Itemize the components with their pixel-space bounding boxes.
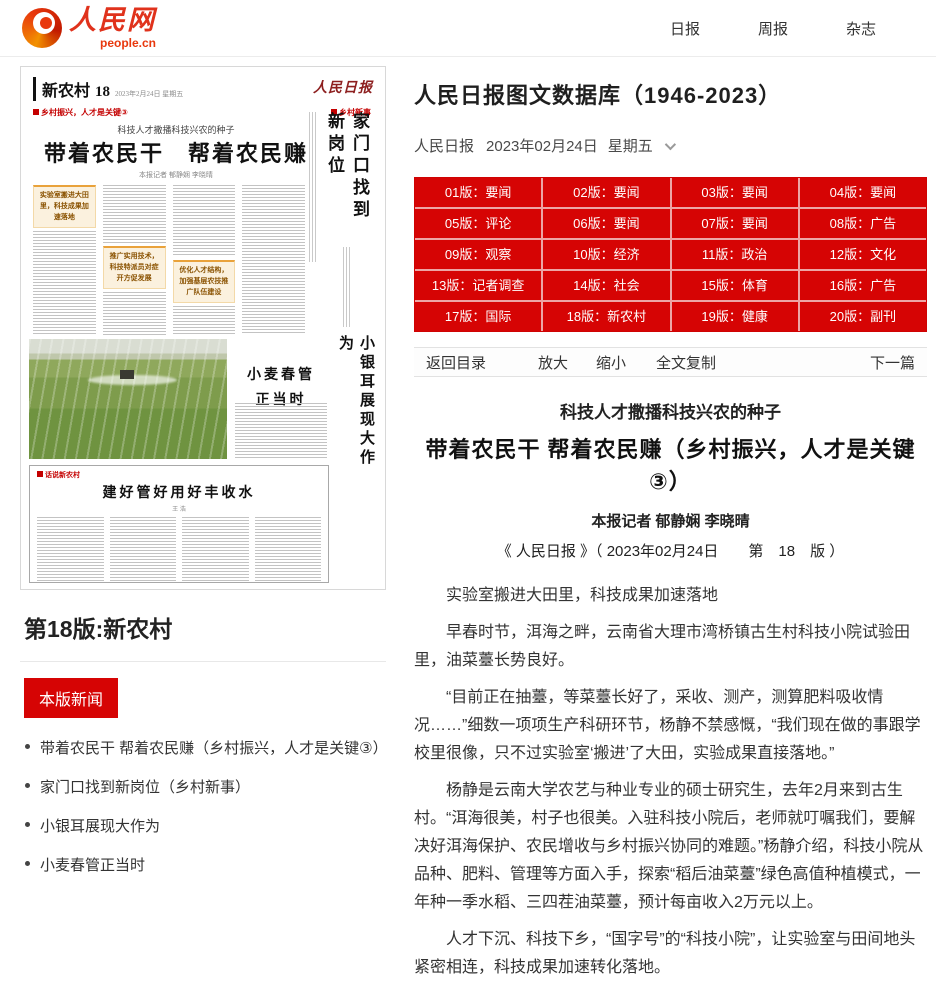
kicker-icon — [37, 471, 43, 477]
thumb-field-photo — [29, 339, 227, 459]
page-link-01[interactable]: 01版：要闻 — [415, 178, 541, 207]
right-column: 人民日报图文数据库（1946-2023） 人民日报 2023年02月24日 星期… — [414, 66, 927, 991]
page-link-16[interactable]: 16版：广告 — [800, 271, 926, 300]
thumb-date: 2023年2月24日 星期五 — [115, 89, 183, 99]
people-cn-logo[interactable]: 人民网 people.cn — [22, 7, 156, 49]
thumb-page-number: 18 — [95, 84, 110, 101]
tractor-icon — [120, 370, 134, 379]
page-link-07[interactable]: 07版：要闻 — [672, 209, 798, 238]
thumb-vertical-filler — [343, 247, 352, 327]
bullet-icon — [25, 861, 30, 866]
back-to-contents-button[interactable]: 返回目录 — [426, 352, 486, 373]
page-link-14[interactable]: 14版：社会 — [543, 271, 669, 300]
thumb-box-byline: 王 浩 — [37, 504, 321, 513]
thumb-subhead-3: 优化人才结构，加强基层农技推广队伍建设 — [173, 260, 236, 303]
current-page-heading: 第18版:新农村 — [24, 610, 386, 644]
date-selector[interactable]: 人民日报 2023年02月24日 星期五 — [414, 135, 927, 156]
page-link-06[interactable]: 06版：要闻 — [543, 209, 669, 238]
thumb-subhead-2: 推广实用技术，科技特派员对症开方促发展 — [103, 246, 166, 289]
article-byline: 本报记者 郁静娴 李晓晴 — [414, 510, 927, 531]
newspaper-page-thumbnail[interactable]: 新农村 18 2023年2月24日 星期五 人民日报 乡村振兴，人才是关键③ 乡… — [20, 66, 386, 590]
page-link-20[interactable]: 20版：副刊 — [800, 302, 926, 331]
article-kicker: 科技人才撒播科技兴农的种子 — [414, 398, 927, 423]
article-list-item[interactable]: 小麦春管正当时 — [20, 845, 386, 884]
page-link-12[interactable]: 12版：文化 — [800, 240, 926, 269]
article-list-item[interactable]: 小银耳展现大作为 — [20, 806, 386, 845]
divider — [20, 661, 386, 662]
next-article-button[interactable]: 下一篇 — [870, 352, 915, 373]
bullet-icon — [25, 822, 30, 827]
page-link-10[interactable]: 10版：经济 — [543, 240, 669, 269]
page-link-13[interactable]: 13版：记者调查 — [415, 271, 541, 300]
paper-name: 人民日报 — [414, 135, 474, 156]
page-link-09[interactable]: 09版：观察 — [415, 240, 541, 269]
page-article-list: 带着农民干 帮着农民赚（乡村振兴，人才是关键③） 家门口找到新岗位（乡村新事） … — [20, 728, 386, 884]
thumb-vertical-headline: 家门口找到新岗位 — [322, 112, 372, 242]
thumb-filler — [235, 403, 327, 459]
article-view: 科技人才撒播科技兴农的种子 带着农民干 帮着农民赚（乡村振兴，人才是关键③） 本… — [414, 398, 927, 982]
article-paragraph: 实验室搬进大田里，科技成果加速落地 — [414, 582, 927, 610]
article-paragraph-clipped: 人才下沉、科技下乡，“国字号”的“科技小院”，让实验室与田间地头紧密相连，科技成… — [414, 926, 927, 982]
main-content: 新农村 18 2023年2月24日 星期五 人民日报 乡村振兴，人才是关键③ 乡… — [0, 57, 936, 991]
thumb-subhead-1: 实验室搬进大田里，科技成果加速落地 — [33, 185, 96, 228]
thumb-boxed-article: 话说新农村 建好管好用好丰收水 王 浩 — [29, 465, 329, 583]
article-paragraph: 杨静是云南大学农艺与种业专业的硕士研究生，去年2月来到古生村。“洱海很美，村子也… — [414, 777, 927, 917]
page-link-04[interactable]: 04版：要闻 — [800, 178, 926, 207]
thumb-vertical-headline-2: 小银耳展现大作为 — [335, 335, 377, 485]
page-link-19[interactable]: 19版：健康 — [672, 302, 798, 331]
kicker-icon — [33, 109, 39, 115]
thumb-subkicker: 科技人才撒播科技兴农的种子 — [21, 123, 331, 136]
thumb-box-kicker: 话说新农村 — [37, 470, 321, 480]
database-title: 人民日报图文数据库（1946-2023） — [414, 78, 927, 110]
article-toolbar: 返回目录 放大 缩小 全文复制 下一篇 — [414, 347, 927, 377]
page-link-05[interactable]: 05版：评论 — [415, 209, 541, 238]
thumb-paper-logo: 人民日报 — [313, 77, 373, 97]
article-source-line: 《 人民日报 》（ 2023年02月24日 第 18 版 ） — [414, 540, 927, 561]
issue-date: 2023年02月24日 — [486, 135, 598, 156]
thumb-byline: 本报记者 郁静娴 李晓晴 — [21, 170, 331, 180]
site-header: 人民网 people.cn 日报 周报 杂志 — [0, 0, 936, 57]
article-body: 实验室搬进大田里，科技成果加速落地 早春时节，洱海之畔，云南省大理市湾桥镇古生村… — [414, 582, 927, 982]
section-news-badge: 本版新闻 — [24, 678, 118, 718]
article-list-item[interactable]: 家门口找到新岗位（乡村新事） — [20, 767, 386, 806]
bullet-icon — [25, 744, 30, 749]
zoom-out-button[interactable]: 缩小 — [596, 352, 626, 373]
thumb-text-columns: 实验室搬进大田里，科技成果加速落地 推广实用技术，科技特派员对症开方促发展 优化… — [33, 185, 305, 335]
top-nav: 日报 周报 杂志 — [670, 18, 890, 39]
logo-text-cn: 人民网 — [69, 7, 156, 34]
logo-text-en: people.cn — [100, 37, 156, 49]
thumb-section-name: 新农村 — [42, 77, 90, 101]
zoom-in-button[interactable]: 放大 — [538, 352, 568, 373]
left-column: 新农村 18 2023年2月24日 星期五 人民日报 乡村振兴，人才是关键③ 乡… — [20, 66, 386, 991]
page-link-08[interactable]: 08版：广告 — [800, 209, 926, 238]
article-paragraph: “目前正在抽薹，等菜薹长好了，采收、测产，测算肥料吸收情况……”细数一项项生产科… — [414, 684, 927, 768]
page-link-17[interactable]: 17版：国际 — [415, 302, 541, 331]
page-link-11[interactable]: 11版：政治 — [672, 240, 798, 269]
nav-item-daily[interactable]: 日报 — [670, 18, 700, 39]
page-link-18[interactable]: 18版：新农村 — [543, 302, 669, 331]
nav-item-weekly[interactable]: 周报 — [758, 18, 788, 39]
people-cn-logo-icon — [22, 8, 62, 48]
thumb-masthead: 新农村 18 2023年2月24日 星期五 人民日报 — [33, 77, 373, 101]
page-link-15[interactable]: 15版：体育 — [672, 271, 798, 300]
copy-fulltext-button[interactable]: 全文复制 — [656, 352, 716, 373]
issue-weekday: 星期五 — [608, 135, 653, 156]
nav-item-magazine[interactable]: 杂志 — [846, 18, 876, 39]
thumb-kicker-left: 乡村振兴，人才是关键③ — [33, 107, 128, 118]
bullet-icon — [25, 783, 30, 788]
page-navigation-grid: 01版：要闻 02版：要闻 03版：要闻 04版：要闻 05版：评论 06版：要… — [414, 177, 927, 332]
thumb-headline: 带着农民干 帮着农民赚 — [21, 136, 331, 168]
thumb-box-headline: 建好管好用好丰收水 — [37, 482, 321, 502]
article-list-item[interactable]: 带着农民干 帮着农民赚（乡村振兴，人才是关键③） — [20, 728, 386, 767]
chevron-down-icon — [665, 138, 676, 149]
article-title: 带着农民干 帮着农民赚（乡村振兴，人才是关键③） — [414, 432, 927, 496]
thumb-vertical-filler — [309, 112, 318, 262]
article-paragraph: 早春时节，洱海之畔，云南省大理市湾桥镇古生村科技小院试验田里，油菜薹长势良好。 — [414, 619, 927, 675]
page-link-03[interactable]: 03版：要闻 — [672, 178, 798, 207]
page-link-02[interactable]: 02版：要闻 — [543, 178, 669, 207]
